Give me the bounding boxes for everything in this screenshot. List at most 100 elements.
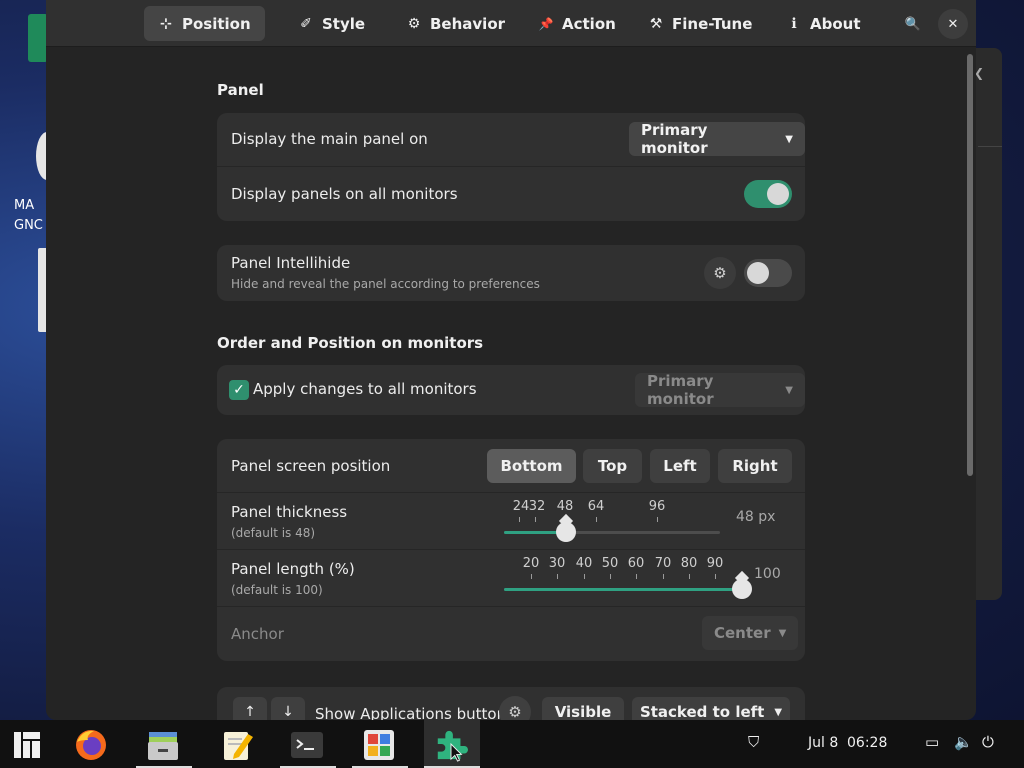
volume-icon[interactable]: 🔈 xyxy=(954,733,973,751)
position-card: Panel screen position Bottom Top Left Ri… xyxy=(217,439,805,661)
tab-behavior[interactable]: ⚙ Behavior xyxy=(392,6,519,41)
terminal-button[interactable] xyxy=(290,728,324,762)
intellihide-settings-button[interactable]: ⚙ xyxy=(704,257,736,289)
visibility-toggle[interactable]: Visible xyxy=(542,697,624,720)
intellihide-switch[interactable] xyxy=(744,259,792,287)
apply-all-label[interactable]: Apply changes to all monitors xyxy=(253,380,477,398)
terminal-icon xyxy=(291,732,323,758)
anchor-row: Anchor Center ▼ xyxy=(217,607,805,661)
slider-fill xyxy=(504,588,742,591)
position-bottom-button[interactable]: Bottom xyxy=(487,449,576,483)
slider-tick xyxy=(715,574,716,579)
search-button[interactable]: 🔍 xyxy=(898,9,928,39)
caret-down-icon: ▼ xyxy=(774,706,783,718)
main-panel-dropdown[interactable]: Primary monitor ▼ xyxy=(629,121,805,157)
section-title-panel: Panel xyxy=(217,81,264,99)
info-icon: ℹ xyxy=(791,15,797,32)
switch-knob xyxy=(767,183,789,205)
anchor-label: Anchor xyxy=(231,625,284,643)
length-tick-label: 70 xyxy=(654,556,672,571)
caret-down-icon: ▼ xyxy=(785,133,793,145)
text-editor-button[interactable] xyxy=(220,728,254,762)
thickness-tick-label: 64 xyxy=(587,499,605,514)
slider-tick xyxy=(689,574,690,579)
tab-label: About xyxy=(810,14,861,33)
extensions-icon xyxy=(437,730,468,762)
length-title: Panel length (%) xyxy=(231,560,355,578)
files-button[interactable] xyxy=(146,728,180,762)
slider-tick xyxy=(636,574,637,579)
shield-icon[interactable]: ⛉ xyxy=(748,733,759,751)
slider-tick xyxy=(584,574,585,579)
thickness-tick-label: 96 xyxy=(648,499,666,514)
slider-tick xyxy=(557,574,558,579)
desktop-icon-top[interactable] xyxy=(28,14,48,62)
tab-action[interactable]: 📌 Action xyxy=(524,6,630,41)
slider-thumb[interactable] xyxy=(555,522,576,542)
intellihide-subtitle: Hide and reveal the panel according to p… xyxy=(231,277,540,291)
screen-icon[interactable]: ▭ xyxy=(925,733,939,751)
tab-about[interactable]: ℹ About xyxy=(772,6,875,41)
thickness-title: Panel thickness xyxy=(231,503,348,521)
tab-fine-tune[interactable]: ⚒ Fine-Tune xyxy=(634,6,766,41)
arrow-down-icon: ↓ xyxy=(282,704,294,720)
power-icon[interactable]: ⏻ xyxy=(982,733,994,751)
tab-label: Position xyxy=(182,14,251,33)
panel-card: Display the main panel on Primary monito… xyxy=(217,113,805,221)
close-icon: ✕ xyxy=(947,16,959,32)
length-tick-label: 20 xyxy=(522,556,540,571)
position-right-button[interactable]: Right xyxy=(718,449,792,483)
desktop-icon-label: MA GNC xyxy=(14,198,43,233)
main-panel-label: Display the main panel on xyxy=(231,130,428,148)
show-apps-settings-button[interactable]: ⚙ xyxy=(499,696,531,720)
length-tick-label: 60 xyxy=(627,556,645,571)
main-panel-row: Display the main panel on Primary monito… xyxy=(217,113,805,167)
move-up-button[interactable]: ↑ xyxy=(233,697,267,720)
apply-all-card: ✓ Apply changes to all monitors Primary … xyxy=(217,365,805,415)
scrollbar[interactable] xyxy=(967,54,973,476)
brush-icon: ✐ xyxy=(300,15,312,32)
tab-position[interactable]: ⊹ Position xyxy=(144,6,265,41)
section-title-order: Order and Position on monitors xyxy=(217,334,484,352)
length-tick-label: 80 xyxy=(680,556,698,571)
tab-label: Action xyxy=(562,14,616,33)
caret-down-icon: ▼ xyxy=(778,627,787,639)
app-grid-button[interactable] xyxy=(10,728,44,762)
monitor-dropdown: Primary monitor ▼ xyxy=(635,372,805,408)
screen-position-label: Panel screen position xyxy=(231,457,391,475)
position-left-button[interactable]: Left xyxy=(650,449,710,483)
slider-tick xyxy=(610,574,611,579)
anchor-dropdown: Center ▼ xyxy=(702,616,799,650)
firefox-button[interactable] xyxy=(74,728,108,762)
placement-dropdown[interactable]: Stacked to left ▼ xyxy=(632,697,790,720)
apply-all-checkbox[interactable]: ✓ xyxy=(229,380,249,400)
switch-knob xyxy=(747,262,769,284)
slider-thumb[interactable] xyxy=(732,579,752,599)
tab-style[interactable]: ✐ Style xyxy=(284,6,379,41)
intellihide-card: Panel Intellihide Hide and reveal the pa… xyxy=(217,245,805,301)
extensions-button[interactable] xyxy=(434,728,468,762)
move-down-button[interactable]: ↓ xyxy=(271,697,305,720)
all-monitors-switch[interactable] xyxy=(744,180,792,208)
dropdown-value: Primary monitor xyxy=(647,372,714,408)
slider-tick xyxy=(531,574,532,579)
pin-icon: 📌 xyxy=(538,16,554,31)
length-tick-label: 30 xyxy=(548,556,566,571)
text-editor-icon xyxy=(224,732,253,760)
clock-time[interactable]: 06:28 xyxy=(847,735,887,751)
thickness-tick-label: 48 xyxy=(556,499,574,514)
gear-icon: ⚙ xyxy=(407,15,421,32)
slider-tick xyxy=(663,574,664,579)
files-icon xyxy=(148,732,178,760)
close-button[interactable]: ✕ xyxy=(938,9,968,39)
headerbar: ⊹ Position ✐ Style ⚙ Behavior 📌 Action ⚒… xyxy=(46,0,976,47)
divider xyxy=(978,146,1002,147)
slider-tick xyxy=(657,517,658,522)
search-icon: 🔍 xyxy=(904,16,922,32)
dropdown-value: Stacked to left xyxy=(639,703,765,720)
software-center-button[interactable] xyxy=(362,728,396,762)
position-top-button[interactable]: Top xyxy=(583,449,642,483)
clock-date[interactable]: Jul 8 xyxy=(808,735,838,751)
slider-tick xyxy=(596,517,597,522)
length-tick-label: 90 xyxy=(706,556,724,571)
